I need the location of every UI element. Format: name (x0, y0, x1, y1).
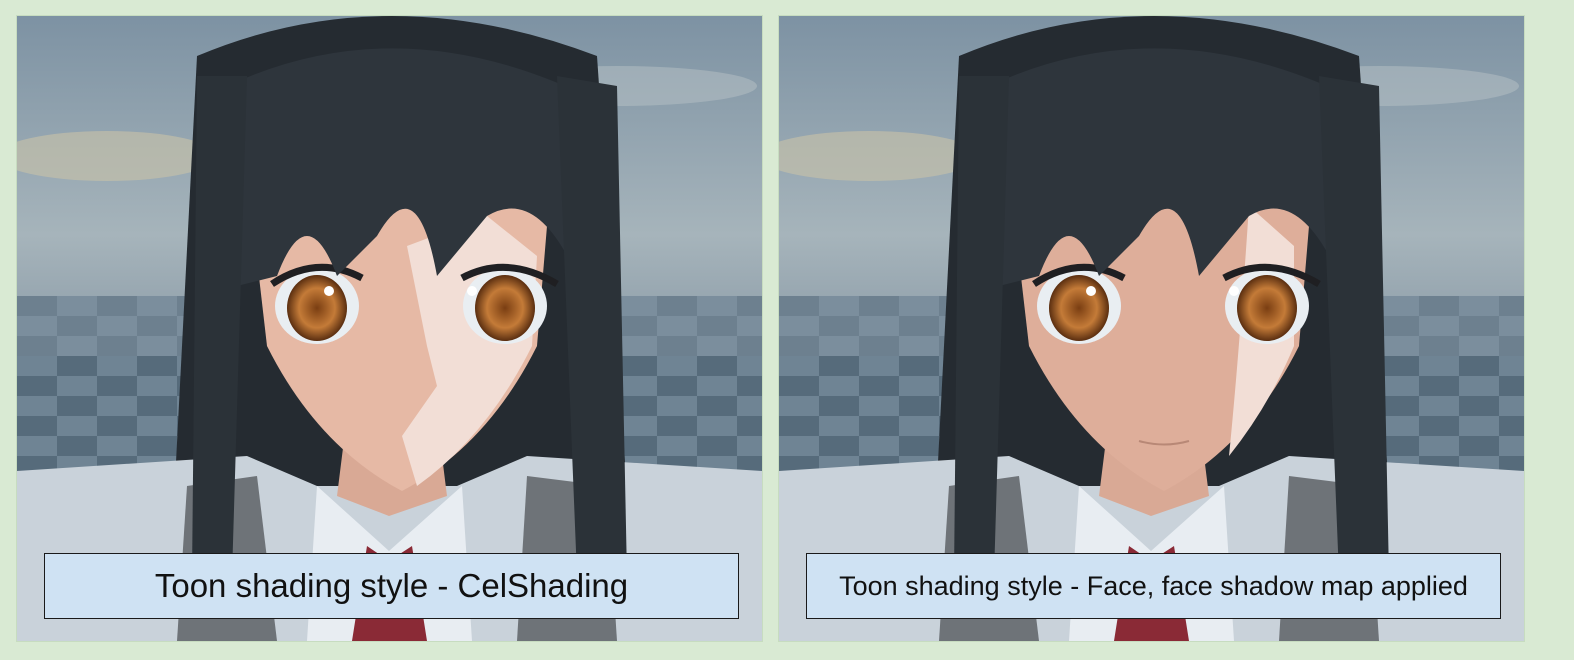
character-render-celshading (17, 16, 762, 641)
render-panel-face-shadow-map: Toon shading style - Face, face shadow m… (778, 15, 1525, 642)
render-panel-celshading: Toon shading style - CelShading (16, 15, 763, 642)
caption-face-shadow-map: Toon shading style - Face, face shadow m… (806, 553, 1501, 619)
character-render-face-shadow-map (779, 16, 1524, 641)
caption-celshading: Toon shading style - CelShading (44, 553, 739, 619)
